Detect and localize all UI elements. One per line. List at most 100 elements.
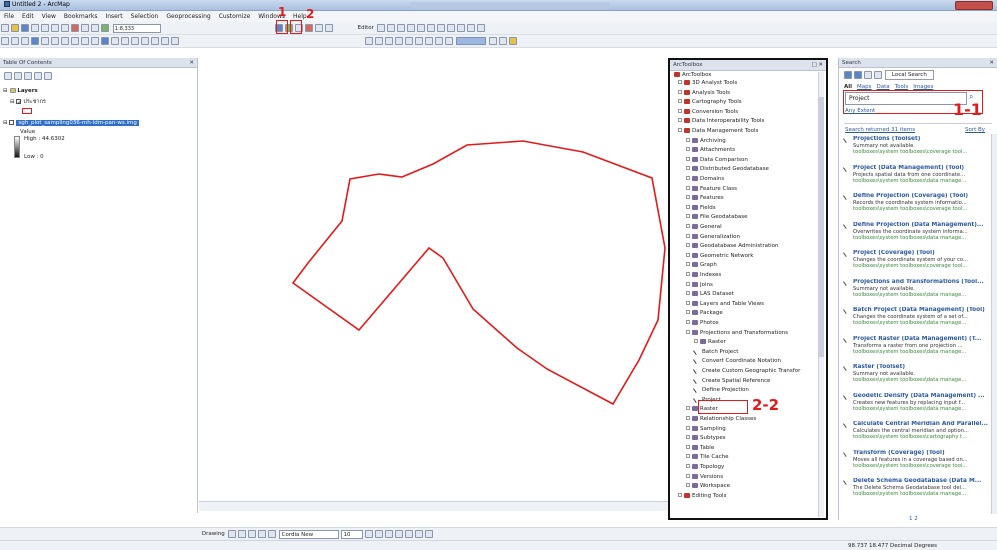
results-count[interactable]: Search returned 31 items [845,127,915,133]
toolset-raster[interactable]: Raster [694,339,726,346]
rotate-icon[interactable] [237,530,246,538]
home-icon[interactable] [864,71,872,79]
expand-icon[interactable] [686,233,690,238]
forward-icon[interactable] [71,37,79,45]
toolset-subtypes[interactable]: Subtypes [686,435,726,442]
new-icon[interactable] [1,24,9,32]
layout-tool-icon[interactable] [424,37,433,45]
local-search-dropdown[interactable]: Local Search [884,70,934,80]
expand-icon[interactable] [686,204,690,209]
modelbuilder-icon[interactable] [324,24,333,32]
toolset-features[interactable]: Features [686,195,724,202]
expand-icon[interactable] [678,492,682,497]
toolset-table[interactable]: Table [686,444,714,452]
toolset-3d-analyst-tools[interactable]: 3D Analyst Tools [678,80,737,87]
expand-icon[interactable] [686,262,690,267]
expand-icon[interactable] [678,118,682,123]
hyperlink-icon[interactable] [111,37,119,45]
menu-file[interactable]: File [0,11,18,22]
layout-tool-icon[interactable] [404,37,413,45]
drawing-menu[interactable]: Drawing [202,528,225,537]
search-result-path[interactable]: toolboxes\system toolboxes\data manage..… [853,235,997,241]
edit-vertices-icon[interactable] [267,530,276,538]
expand-icon[interactable] [686,473,690,478]
bold-icon[interactable] [365,530,374,538]
toolset-file-geodatabase[interactable]: File Geodatabase [686,214,747,221]
search-result-path[interactable]: toolboxes\system toolboxes\coverage tool… [853,463,997,469]
find-icon[interactable] [141,37,149,45]
sketch-icon[interactable] [386,24,395,32]
point-icon[interactable] [426,24,435,32]
sort-by[interactable]: Sort By [965,127,985,133]
search-options-icon[interactable] [874,71,882,79]
menu-view[interactable]: View [38,11,60,22]
search-result-title[interactable]: Calculate Central Meridian And Parallel.… [853,421,997,427]
split-icon[interactable] [436,24,445,32]
line-color-icon[interactable] [415,530,424,538]
select-elements-icon[interactable] [227,530,236,538]
search-result-path[interactable]: toolboxes\system toolboxes\coverage tool… [853,206,997,212]
identify-icon[interactable] [101,37,109,45]
expand-icon[interactable] [686,464,690,468]
underline-icon[interactable] [385,530,394,538]
layer2-checkbox[interactable] [9,120,15,125]
paste-icon[interactable] [61,24,69,32]
toolset-las-dataset[interactable]: LAS Dataset [686,291,734,298]
expand-icon[interactable] [686,214,690,219]
create-features-icon[interactable] [476,24,485,32]
measure-icon[interactable] [131,37,139,45]
layout-tool-icon[interactable] [434,37,443,45]
layout-tool-icon[interactable] [394,37,403,45]
expand-icon[interactable] [686,444,690,449]
expand-icon[interactable] [686,166,690,171]
toolset-archiving[interactable]: Archiving [686,137,726,145]
expand-icon[interactable] [678,128,682,132]
any-extent-link[interactable]: Any Extent [845,108,875,114]
attributes-icon[interactable] [456,24,465,32]
toolset-versions[interactable]: Versions [686,473,723,481]
back-arrow-icon[interactable] [844,71,852,79]
menu-edit[interactable]: Edit [18,11,38,22]
expand-icon[interactable] [686,454,690,459]
toolset-conversion-tools[interactable]: Conversion Tools [678,108,738,116]
expand-icon[interactable] [678,89,682,94]
layers-group[interactable]: ⊟ Layers [3,88,38,94]
expand-icon[interactable] [686,224,690,228]
layer-row-2[interactable]: ⊟ sgh_plot_sampling036-mh-ldm-pan-ws.img [3,120,139,126]
find-route-icon[interactable] [151,37,159,45]
effects-icon[interactable] [508,37,517,45]
zoom-out-icon[interactable] [11,37,19,45]
expand-icon[interactable] [686,425,690,430]
arctoolbox-icon[interactable] [304,24,313,32]
search-result-title[interactable]: Project (Data Management) (Tool) [853,165,997,171]
pan-icon[interactable] [21,37,29,45]
save-icon[interactable] [21,24,29,32]
toolset-analysis-tools[interactable]: Analysis Tools [678,89,730,97]
expand-icon[interactable] [686,147,690,152]
python-icon[interactable] [314,24,323,32]
toolset-package[interactable]: Package [686,310,723,317]
toc-options-icon[interactable] [44,72,52,80]
expand-icon[interactable] [686,300,690,305]
search-result-title[interactable]: Delete Schema Geodatabase (Data M... [853,478,997,484]
list-by-selection-icon[interactable] [34,72,42,80]
expand-icon[interactable] [686,329,690,334]
layout-tool-icon[interactable] [444,37,453,45]
goto-xy-icon[interactable] [161,37,169,45]
search-result-path[interactable]: toolboxes\system toolboxes\data manage..… [853,178,997,184]
search-result-path[interactable]: toolboxes\system toolboxes\data manage..… [853,292,997,298]
search-result-title[interactable]: Raster (Toolset) [853,364,997,370]
endpoint-arc-icon[interactable] [406,24,415,32]
search-result-path[interactable]: toolboxes\system toolboxes\data manage..… [853,349,997,355]
open-icon[interactable] [11,24,19,32]
copy-icon[interactable] [51,24,59,32]
trace-icon[interactable] [416,24,425,32]
search-result-path[interactable]: toolboxes\system toolboxes\coverage tool… [853,149,997,155]
font-color-icon[interactable] [395,530,404,538]
toolset-tile-cache[interactable]: Tile Cache [686,454,728,461]
tool-batch-project[interactable]: Batch Project [693,347,738,356]
fill-color-icon[interactable] [405,530,414,538]
expand-icon[interactable] [686,320,690,324]
layout-tool-icon[interactable] [374,37,383,45]
scale-field[interactable]: 1:8,333 [112,24,161,33]
